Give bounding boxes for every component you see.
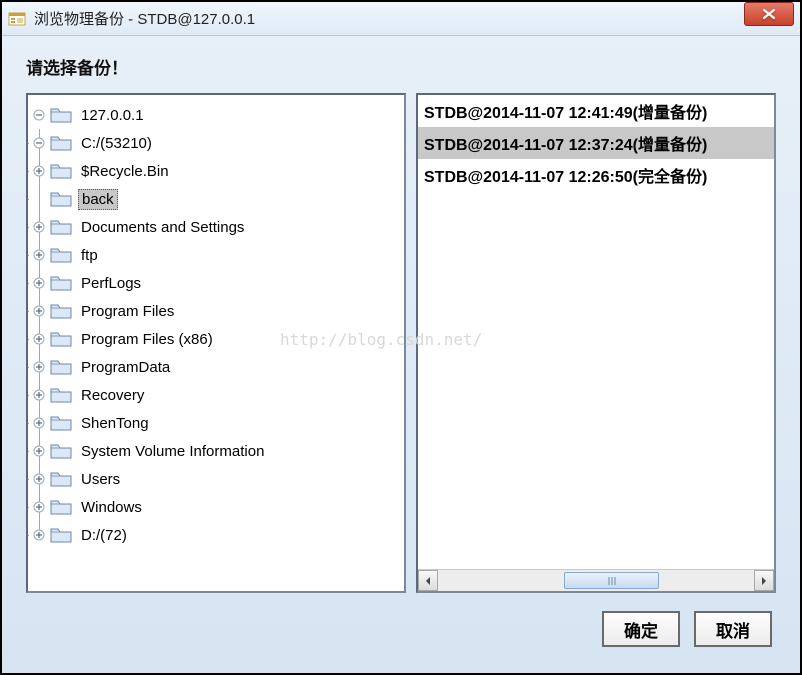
scroll-thumb-grip-icon — [608, 577, 615, 585]
folder-icon — [50, 190, 72, 208]
tree-item[interactable]: Recovery — [32, 381, 400, 409]
tree-toggle-collapsed-icon[interactable] — [32, 332, 46, 346]
tree-item-label: back — [78, 189, 118, 210]
folder-icon — [50, 106, 72, 124]
window-title: 浏览物理备份 - STDB@127.0.0.1 — [34, 8, 744, 29]
cancel-button[interactable]: 取消 — [694, 611, 772, 647]
tree-toggle-collapsed-icon[interactable] — [32, 360, 46, 374]
tree-toggle-collapsed-icon[interactable] — [32, 528, 46, 542]
tree-item[interactable]: System Volume Information — [32, 437, 400, 465]
folder-icon — [50, 302, 72, 320]
backup-list-item[interactable]: STDB@2014-11-07 12:41:49(增量备份) — [418, 95, 774, 127]
folder-icon — [50, 526, 72, 544]
tree-item-label: Program Files (x86) — [78, 330, 216, 349]
button-bar: 确定 取消 — [26, 603, 776, 655]
scroll-left-button[interactable] — [418, 570, 438, 591]
scroll-track[interactable] — [438, 570, 754, 591]
tree-item-label: Recovery — [78, 386, 147, 405]
folder-icon — [50, 134, 72, 152]
scroll-thumb[interactable] — [564, 572, 659, 589]
folder-icon — [50, 330, 72, 348]
prompt-label: 请选择备份！ — [26, 54, 776, 79]
panels: 127.0.0.1 C:/(53210) $Recycle.Bin back Docum… — [26, 93, 776, 593]
tree-toggle-collapsed-icon[interactable] — [32, 388, 46, 402]
tree-item[interactable]: D:/(72) — [32, 521, 400, 549]
titlebar[interactable]: 浏览物理备份 - STDB@127.0.0.1 — [2, 2, 800, 36]
tree-item-label: Program Files — [78, 302, 177, 321]
folder-icon — [50, 358, 72, 376]
horizontal-scrollbar[interactable] — [418, 569, 774, 591]
scroll-right-button[interactable] — [754, 570, 774, 591]
tree-item[interactable]: ftp — [32, 241, 400, 269]
tree-item[interactable]: ProgramData — [32, 353, 400, 381]
folder-icon — [50, 470, 72, 488]
tree-toggle-collapsed-icon[interactable] — [32, 164, 46, 178]
folder-tree[interactable]: 127.0.0.1 C:/(53210) $Recycle.Bin back Docum… — [32, 101, 400, 549]
app-icon — [8, 10, 26, 28]
tree-item[interactable]: $Recycle.Bin — [32, 157, 400, 185]
tree-toggle-expanded-icon[interactable] — [32, 108, 46, 122]
tree-item[interactable]: ShenTong — [32, 409, 400, 437]
tree-item-label: Users — [78, 470, 123, 489]
tree-toggle-collapsed-icon[interactable] — [32, 248, 46, 262]
tree-item-label: ProgramData — [78, 358, 173, 377]
tree-item-label: 127.0.0.1 — [78, 106, 147, 125]
triangle-right-icon — [760, 576, 768, 586]
folder-tree-panel[interactable]: 127.0.0.1 C:/(53210) $Recycle.Bin back Docum… — [26, 93, 406, 593]
tree-toggle-collapsed-icon[interactable] — [32, 276, 46, 290]
tree-item[interactable]: back — [32, 185, 400, 213]
tree-item-label: Windows — [78, 498, 145, 517]
tree-toggle-collapsed-icon[interactable] — [32, 472, 46, 486]
tree-item[interactable]: Program Files — [32, 297, 400, 325]
tree-toggle-collapsed-icon[interactable] — [32, 444, 46, 458]
folder-icon — [50, 162, 72, 180]
tree-item[interactable]: Windows — [32, 493, 400, 521]
client-area: 请选择备份！ 127.0.0.1 C:/(53210) $Recycle.Bin ba… — [2, 36, 800, 673]
folder-icon — [50, 274, 72, 292]
dialog-window: 浏览物理备份 - STDB@127.0.0.1 请选择备份！ 127.0.0.1… — [0, 0, 802, 675]
tree-item-label: C:/(53210) — [78, 134, 155, 153]
tree-item-label: D:/(72) — [78, 526, 130, 545]
triangle-left-icon — [424, 576, 432, 586]
folder-icon — [50, 442, 72, 460]
tree-item[interactable]: Documents and Settings — [32, 213, 400, 241]
folder-icon — [50, 246, 72, 264]
tree-item[interactable]: Users — [32, 465, 400, 493]
close-button[interactable] — [744, 2, 794, 26]
tree-toggle-collapsed-icon[interactable] — [32, 304, 46, 318]
tree-item-label: PerfLogs — [78, 274, 144, 293]
backup-list-item[interactable]: STDB@2014-11-07 12:26:50(完全备份) — [418, 159, 774, 191]
folder-icon — [50, 386, 72, 404]
tree-toggle-expanded-icon[interactable] — [32, 136, 46, 150]
ok-button[interactable]: 确定 — [602, 611, 680, 647]
backup-list-panel: STDB@2014-11-07 12:41:49(增量备份)STDB@2014-… — [416, 93, 776, 593]
folder-icon — [50, 498, 72, 516]
tree-item[interactable]: 127.0.0.1 — [32, 101, 400, 129]
close-icon — [762, 8, 776, 20]
folder-icon — [50, 414, 72, 432]
backup-list[interactable]: STDB@2014-11-07 12:41:49(增量备份)STDB@2014-… — [418, 95, 774, 569]
backup-list-item[interactable]: STDB@2014-11-07 12:37:24(增量备份) — [418, 127, 774, 159]
tree-item[interactable]: PerfLogs — [32, 269, 400, 297]
tree-item[interactable]: Program Files (x86) — [32, 325, 400, 353]
tree-toggle-collapsed-icon[interactable] — [32, 416, 46, 430]
tree-toggle-collapsed-icon[interactable] — [32, 220, 46, 234]
tree-toggle-collapsed-icon[interactable] — [32, 500, 46, 514]
tree-item-label: System Volume Information — [78, 442, 267, 461]
tree-item-label: ShenTong — [78, 414, 152, 433]
tree-item-label: Documents and Settings — [78, 218, 247, 237]
tree-item-label: ftp — [78, 246, 101, 265]
folder-icon — [50, 218, 72, 236]
tree-item-label: $Recycle.Bin — [78, 162, 172, 181]
tree-item[interactable]: C:/(53210) — [32, 129, 400, 157]
